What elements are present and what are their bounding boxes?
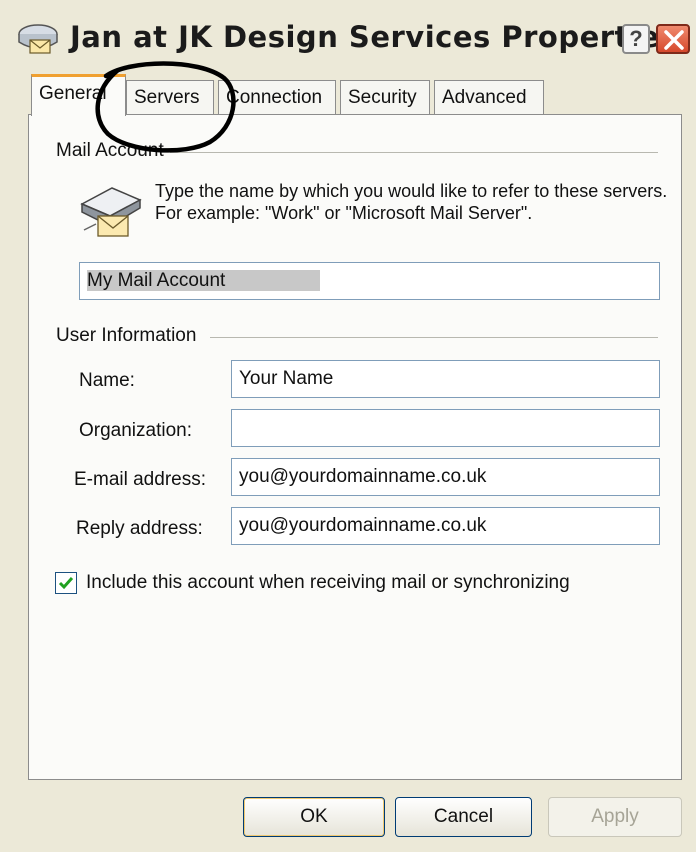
user-info-group-label: User Information <box>56 325 203 347</box>
tab-advanced[interactable]: Advanced <box>434 80 544 114</box>
reply-address-field[interactable]: you@yourdomainname.co.uk <box>231 507 660 545</box>
organization-field[interactable] <box>231 409 660 447</box>
ok-button[interactable]: OK <box>243 797 385 837</box>
name-label: Name: <box>79 370 135 391</box>
tab-connection[interactable]: Connection <box>218 80 336 114</box>
tab-servers[interactable]: Servers <box>126 80 214 114</box>
mail-account-group-label: Mail Account <box>56 140 170 162</box>
organization-label: Organization: <box>79 420 193 441</box>
tab-security[interactable]: Security <box>340 80 430 114</box>
title-bar: Jan at JK Design Services Properties ? <box>0 0 696 70</box>
checkmark-icon <box>58 577 74 590</box>
tab-advanced-label: Advanced <box>442 87 527 108</box>
email-field[interactable]: you@yourdomainname.co.uk <box>231 458 660 496</box>
account-name-value: My Mail Account <box>87 270 321 291</box>
apply-button[interactable]: Apply <box>548 797 682 837</box>
email-label: E-mail address: <box>74 469 206 490</box>
properties-dialog: Jan at JK Design Services Properties ? G… <box>0 0 696 852</box>
mail-server-icon <box>80 187 142 237</box>
cancel-button[interactable]: Cancel <box>395 797 532 837</box>
account-name-field[interactable]: My Mail Account <box>79 262 660 300</box>
tab-general[interactable]: General <box>31 74 126 116</box>
close-button[interactable] <box>656 24 690 54</box>
close-icon <box>664 30 684 50</box>
window-title: Jan at JK Design Services Properties <box>70 20 678 54</box>
include-account-checkbox[interactable] <box>55 572 77 594</box>
include-account-label[interactable]: Include this account when receiving mail… <box>86 572 570 594</box>
user-info-divider <box>210 337 658 338</box>
mail-account-description: Type the name by which you would like to… <box>155 181 668 223</box>
mail-account-divider <box>170 152 658 153</box>
help-button[interactable]: ? <box>622 24 650 54</box>
reply-address-label: Reply address: <box>76 518 203 539</box>
mail-account-icon <box>18 24 58 54</box>
tab-general-label: General <box>39 83 107 104</box>
tab-servers-label: Servers <box>134 87 200 108</box>
tab-connection-label: Connection <box>226 87 323 108</box>
tab-security-label: Security <box>348 87 417 108</box>
name-field[interactable]: Your Name <box>231 360 660 398</box>
